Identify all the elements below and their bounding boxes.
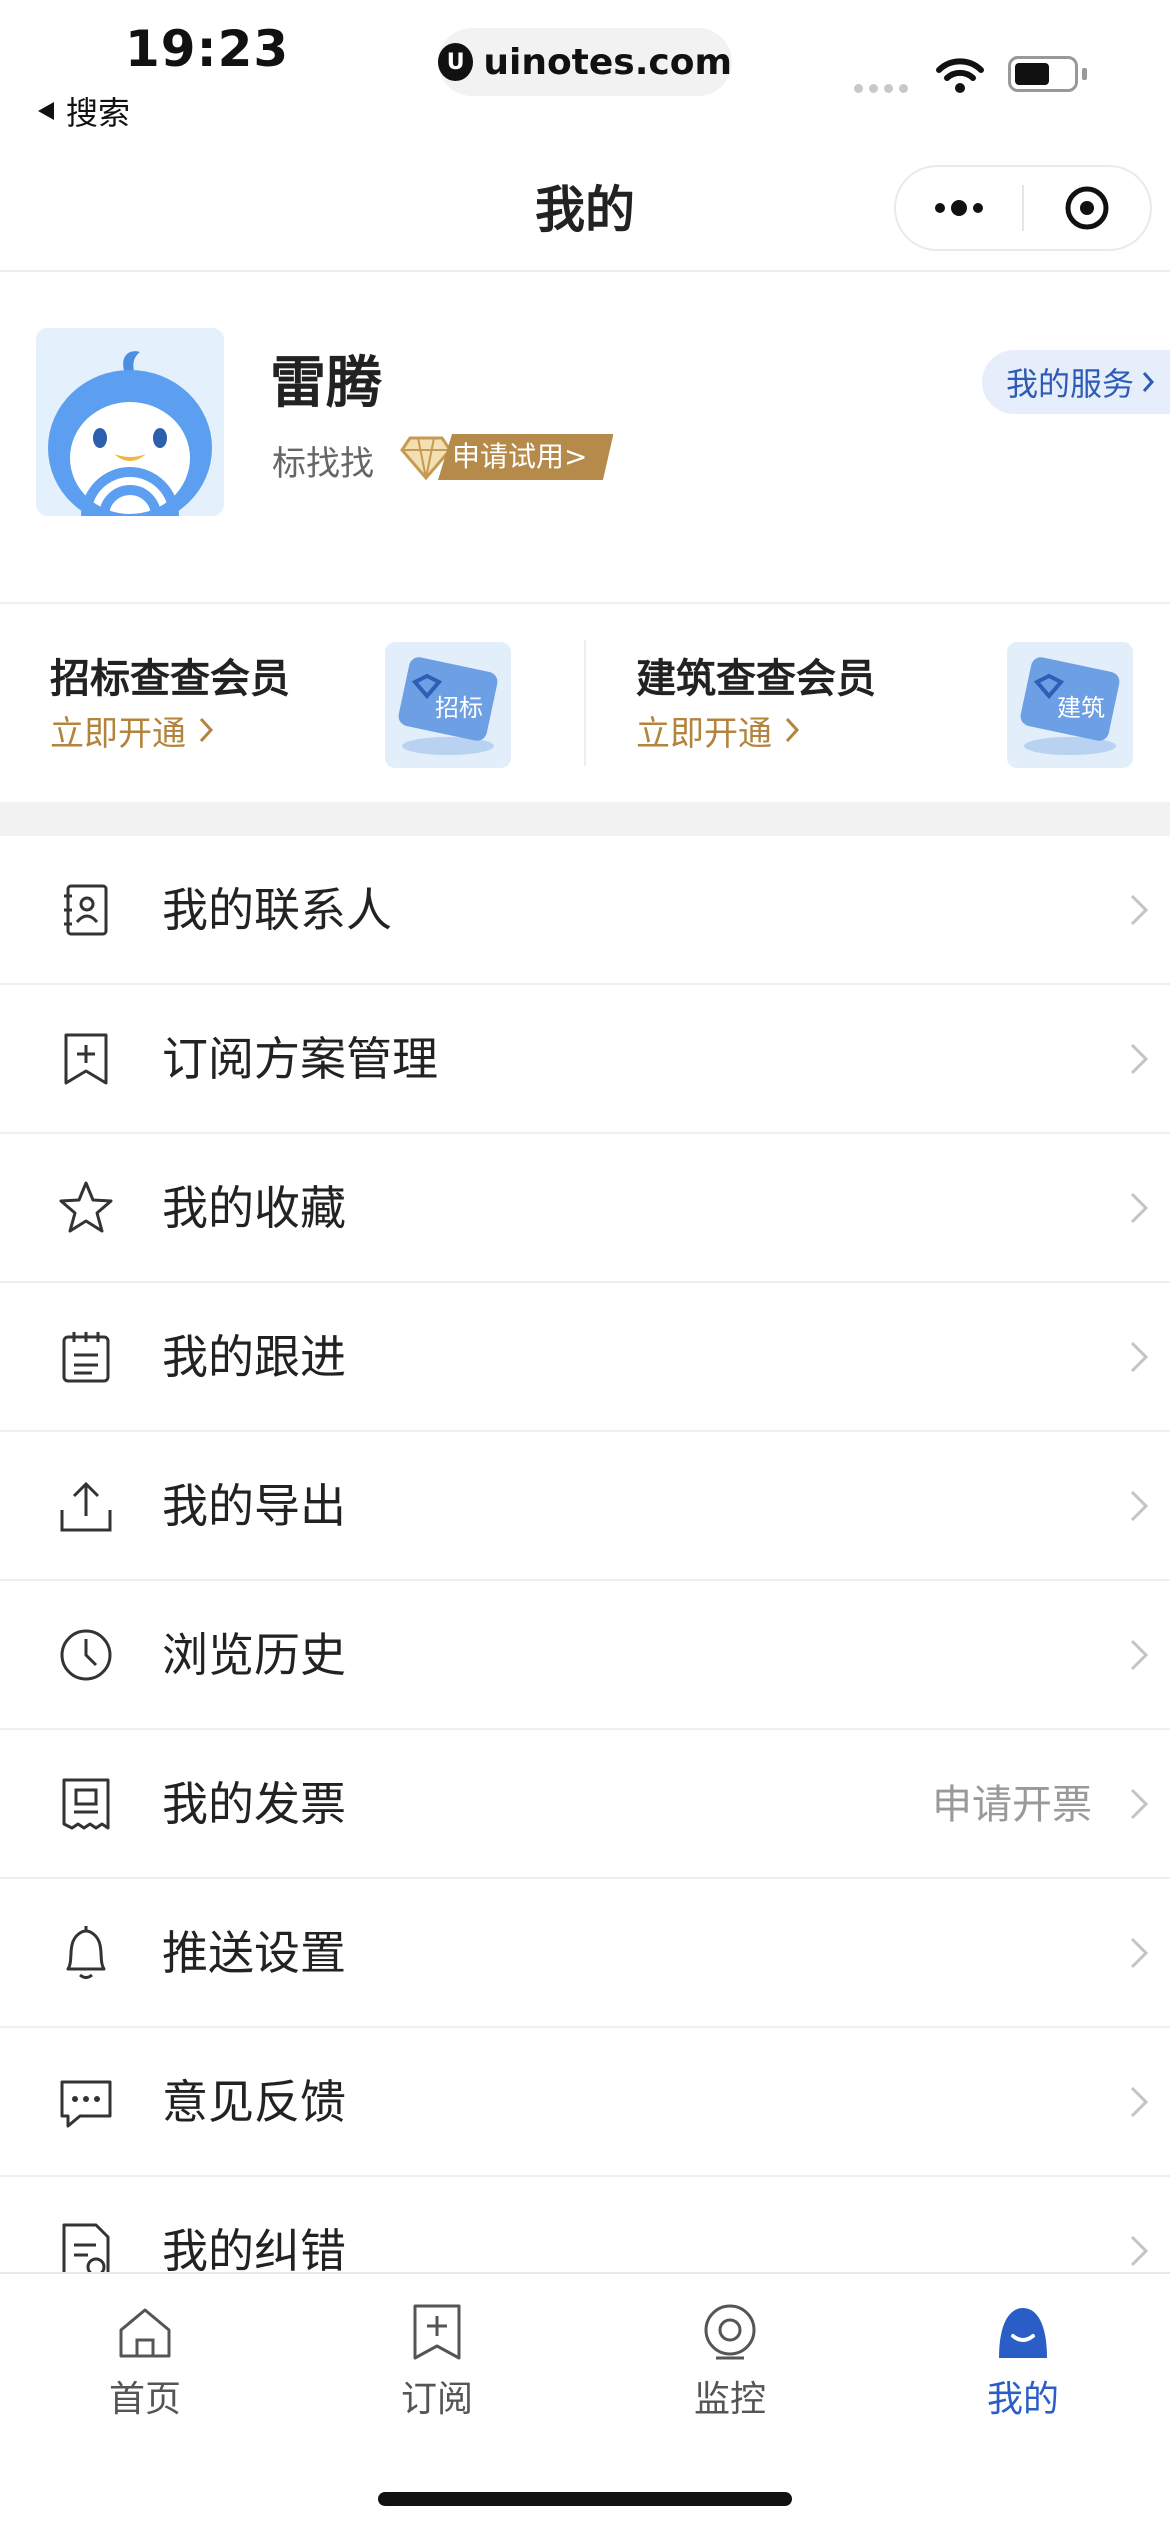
menu-label: 推送设置 (162, 1926, 346, 1980)
tab-home[interactable]: 首页 (70, 2300, 220, 2422)
my-service-label: 我的服务 (1006, 365, 1135, 403)
menu-label: 我的导出 (162, 1479, 346, 1533)
chevron-right-icon (1130, 1043, 1149, 1075)
chevron-right-icon (1130, 1192, 1149, 1224)
bookmark-add-icon (413, 2304, 461, 2360)
upload-icon (60, 1481, 112, 1532)
menu-label: 我的联系人 (162, 883, 392, 937)
chevron-right-icon (1130, 1341, 1149, 1373)
battery-tip (1082, 68, 1087, 80)
chevron-right-icon (785, 717, 799, 743)
chevron-right-icon (1130, 1937, 1149, 1969)
tab-label: 首页 (108, 2379, 181, 2420)
chevron-right-icon (199, 717, 213, 743)
apply-invoice-hint: 申请开票 (932, 1782, 1092, 1828)
apply-trial-button[interactable]: 申请试用> (400, 432, 614, 482)
chevron-right-icon (1142, 372, 1155, 392)
star-icon (59, 1181, 113, 1233)
miniprogram-capsule (894, 165, 1152, 251)
target-icon (1065, 186, 1109, 230)
home-indicator (378, 2492, 792, 2506)
menu-label: 我的跟进 (162, 1330, 346, 1384)
membership-title: 招标查查会员 (50, 656, 290, 702)
my-service-button[interactable]: 我的服务 (982, 350, 1170, 414)
penguin-mascot-icon (36, 328, 224, 516)
menu-label: 订阅方案管理 (162, 1032, 438, 1086)
site-logo-icon: U (438, 43, 474, 81)
contacts-icon (64, 884, 108, 936)
tab-monitor[interactable]: 监控 (655, 2300, 805, 2422)
svg-text:招标: 招标 (435, 694, 483, 722)
chevron-right-icon (1130, 1639, 1149, 1671)
battery-icon (1008, 56, 1078, 92)
close-miniprogram-button[interactable] (1024, 167, 1150, 249)
menu-item-follow-ups[interactable]: 我的跟进 (0, 1283, 1170, 1432)
menu-item-push-settings[interactable]: 推送设置 (0, 1879, 1170, 2028)
chevron-right-icon (1130, 2086, 1149, 2118)
bidding-membership-card[interactable]: 招标查查会员 立即开通 招标 (0, 604, 585, 802)
tab-subscribe[interactable]: 订阅 (362, 2300, 512, 2422)
open-membership-link[interactable]: 立即开通 (50, 706, 215, 755)
chat-icon (60, 2080, 112, 2128)
back-to-search-button[interactable]: 搜索 (36, 88, 130, 134)
tab-mine[interactable]: 我的 (948, 2300, 1098, 2422)
menu-item-feedback[interactable]: 意见反馈 (0, 2028, 1170, 2177)
tab-label: 监控 (693, 2379, 766, 2420)
notepad-icon (62, 1332, 110, 1383)
svg-text:建筑: 建筑 (1057, 694, 1105, 722)
avatar[interactable] (36, 328, 224, 516)
tab-label: 我的 (986, 2379, 1059, 2420)
wifi-icon (936, 58, 984, 93)
menu-label: 浏览历史 (162, 1628, 346, 1682)
member-card-image: 招标 (385, 642, 511, 768)
back-triangle-icon (38, 102, 54, 120)
chevron-right-icon (1130, 1788, 1149, 1820)
receipt-icon (62, 1778, 110, 1830)
member-card-image: 建筑 (1007, 642, 1133, 768)
menu-item-subscription-plans[interactable]: 订阅方案管理 (0, 985, 1170, 1134)
bookmark-add-icon (64, 1033, 108, 1085)
menu-item-favorites[interactable]: 我的收藏 (0, 1134, 1170, 1283)
member-card-icon: 建筑 (1020, 657, 1120, 755)
member-card-icon: 招标 (398, 657, 498, 755)
bell-icon (66, 1926, 106, 1979)
menu-label: 我的收藏 (162, 1181, 346, 1235)
status-time: 19:23 (125, 20, 290, 78)
apply-trial-label: 申请试用> (438, 434, 614, 480)
more-dots-icon (935, 200, 983, 216)
construction-membership-card[interactable]: 建筑查查会员 立即开通 建筑 (585, 604, 1170, 802)
menu-label: 意见反馈 (162, 2075, 346, 2129)
camera-icon (704, 2304, 756, 2360)
section-gap (0, 802, 1170, 836)
menu-item-invoices[interactable]: 我的发票 申请开票 (0, 1730, 1170, 1879)
menu-list: 我的联系人 订阅方案管理 我的收藏 我的跟进 我的导出 浏览历史 我的发票 申请… (0, 836, 1170, 2326)
url-text: uinotes.com (483, 41, 732, 83)
tab-label: 订阅 (400, 2379, 473, 2420)
open-membership-link[interactable]: 立即开通 (636, 706, 801, 755)
menu-label: 我的发票 (162, 1777, 346, 1831)
chevron-right-icon (1130, 1490, 1149, 1522)
membership-title: 建筑查查会员 (636, 656, 876, 702)
menu-item-contacts[interactable]: 我的联系人 (0, 836, 1170, 985)
home-icon (119, 2308, 171, 2358)
more-button[interactable] (896, 167, 1022, 249)
chevron-right-icon (1130, 894, 1149, 926)
user-name: 雷腾 (270, 351, 382, 416)
user-icon (999, 2308, 1047, 2358)
cellular-signal-icon (854, 84, 908, 93)
back-label: 搜索 (66, 94, 131, 132)
divider (0, 270, 1170, 272)
org-name: 标找找 (272, 444, 374, 484)
chevron-right-icon (1130, 2235, 1149, 2267)
url-pill: U uinotes.com (438, 28, 732, 96)
clock-icon (60, 1629, 112, 1681)
menu-item-history[interactable]: 浏览历史 (0, 1581, 1170, 1730)
menu-item-exports[interactable]: 我的导出 (0, 1432, 1170, 1581)
